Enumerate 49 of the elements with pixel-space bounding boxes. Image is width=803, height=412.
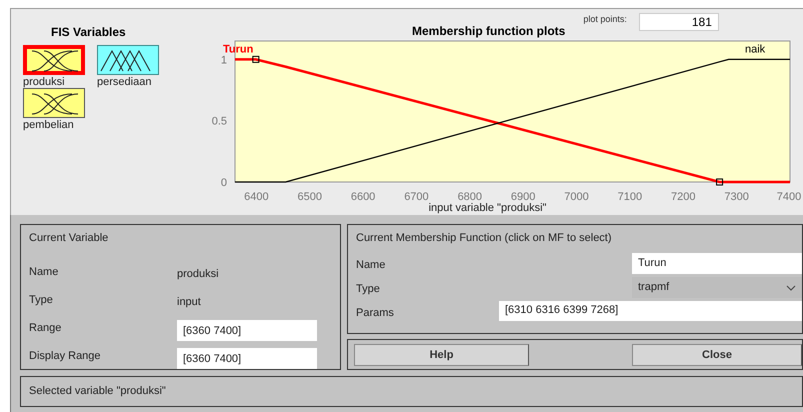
field-label: Name (356, 258, 386, 271)
display-range-field[interactable]: [6360 7400] (177, 348, 317, 369)
y-tick-label: 1 (220, 54, 227, 66)
chart-title: Membership function plots (412, 24, 566, 38)
x-tick-label: 7000 (564, 191, 589, 203)
x-tick-label: 7100 (618, 191, 642, 203)
variable-type: input (177, 295, 202, 310)
field-label: Name (29, 265, 60, 278)
field-label: Type (356, 282, 381, 295)
close-button[interactable]: Close (632, 344, 802, 366)
x-tick-label: 7300 (724, 191, 749, 203)
mf-name-field[interactable]: Turun (632, 253, 802, 274)
x-tick-label: 6600 (350, 191, 376, 203)
field-label: Range (29, 321, 62, 334)
curve-label: naik (745, 43, 766, 56)
y-tick-label: 0.5 (212, 116, 227, 128)
field-label: Display Range (29, 349, 102, 362)
membership-curves-icon[interactable] (23, 88, 85, 118)
x-axis-label: input variable "produksi" (428, 202, 546, 214)
curve-label: Turun (223, 43, 254, 56)
variable-label[interactable]: persediaan (97, 76, 152, 88)
membership-curves-icon[interactable] (23, 45, 85, 75)
status-bar: Selected variable "produksi" (20, 376, 803, 407)
range-field[interactable]: [6360 7400] (177, 320, 317, 341)
x-tick-label: 6400 (244, 191, 269, 203)
plot-points-field[interactable]: 181 (638, 13, 719, 31)
membership-curves-icon[interactable] (97, 45, 159, 75)
x-tick-label: 7200 (671, 191, 696, 203)
x-tick-label: 6500 (297, 191, 322, 203)
panel-title: Current Variable (29, 232, 110, 246)
x-tick-label: 7400 (776, 191, 802, 203)
help-button[interactable]: Help (354, 344, 529, 366)
variable-label[interactable]: pembelian (23, 119, 74, 131)
y-tick-label: 0 (220, 177, 227, 189)
handle-marker[interactable] (252, 56, 260, 63)
panel-title: FIS Variables (51, 25, 126, 39)
handle-marker[interactable] (716, 178, 724, 186)
field-label: Type (29, 293, 54, 306)
plot-points-label: plot points: (583, 14, 627, 24)
field-label: Params (356, 306, 395, 319)
chevron-icon (786, 285, 796, 291)
mf-type-dropdown[interactable]: trapmf (632, 277, 802, 298)
params-field[interactable]: [6310 6316 6399 7268] (499, 301, 802, 321)
x-tick-label: 6700 (404, 191, 429, 203)
x-tick-label: 6800 (458, 191, 482, 203)
variable-name: produksi (177, 267, 220, 282)
panel-title: Current Membership Function (click on MF to select) (356, 232, 613, 246)
variable-label[interactable]: produksi (23, 76, 65, 88)
x-tick-label: 6900 (510, 191, 536, 203)
